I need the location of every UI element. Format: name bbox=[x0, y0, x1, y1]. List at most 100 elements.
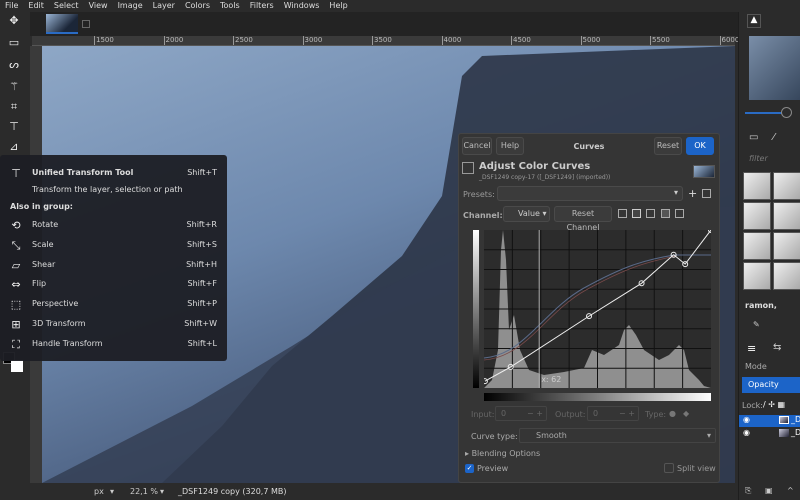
menu-windows[interactable]: Windows bbox=[279, 0, 325, 12]
layer-thumbnail bbox=[779, 429, 789, 437]
new-layer-group-icon[interactable]: ▣ bbox=[765, 486, 773, 495]
linear-histogram-icon[interactable] bbox=[618, 209, 627, 218]
image-tab-thumbnail[interactable] bbox=[46, 14, 78, 34]
group-item[interactable]: Flip Shift+F bbox=[32, 278, 217, 290]
layer-row-selected[interactable]: ◉ _D bbox=[739, 415, 800, 427]
item-label: Flip bbox=[32, 279, 47, 289]
unified-transform-tool-icon[interactable]: ⊤ bbox=[6, 120, 22, 134]
item-shortcut: Shift+S bbox=[187, 239, 217, 249]
menu-tools[interactable]: Tools bbox=[215, 0, 245, 12]
zoom-slider[interactable] bbox=[745, 112, 785, 114]
layers-tab-icon[interactable]: ≡ bbox=[747, 342, 756, 355]
zoom-select[interactable]: 22,1 % bbox=[130, 483, 158, 500]
preset-menu-icon[interactable] bbox=[702, 189, 711, 198]
rect-select-tool-icon[interactable]: ▭ bbox=[6, 36, 22, 50]
group-item[interactable]: Handle Transform Shift+L bbox=[32, 338, 217, 350]
horizontal-ruler: 1500 2000 2500 3000 3500 4000 4500 5000 5500 6000 bbox=[32, 36, 739, 46]
brush-preset[interactable] bbox=[773, 202, 800, 230]
zoom-slider-handle[interactable] bbox=[781, 107, 792, 118]
unit-select[interactable]: px bbox=[94, 483, 104, 500]
close-tab-icon[interactable] bbox=[82, 20, 90, 28]
ruler-label: 4500 bbox=[511, 36, 531, 45]
eye-icon[interactable]: ◉ bbox=[743, 415, 750, 424]
menu-layer[interactable]: Layer bbox=[148, 0, 180, 12]
ok-button[interactable]: OK bbox=[686, 137, 714, 155]
input-spinbox[interactable]: 0− + bbox=[495, 406, 547, 421]
menu-help[interactable]: Help bbox=[324, 0, 352, 12]
type-label: Type: bbox=[645, 410, 667, 419]
tool-tooltip: ⊤ Unified Transform Tool Shift+T Transfor… bbox=[0, 155, 227, 361]
brush-preset[interactable] bbox=[743, 172, 771, 200]
layer-name: _D bbox=[791, 415, 800, 424]
presets-select[interactable]: ▾ bbox=[497, 186, 683, 201]
chevron-down-icon[interactable]: ▾ bbox=[110, 483, 114, 500]
align-bottom-icon[interactable] bbox=[661, 209, 670, 218]
channel-select[interactable]: Value ▾ bbox=[503, 206, 550, 222]
corner-point-icon[interactable]: ◆ bbox=[683, 409, 689, 418]
item-label: Perspective bbox=[32, 299, 79, 309]
brush-preset[interactable] bbox=[743, 232, 771, 260]
fuzzy-select-tool-icon[interactable]: ⚚ bbox=[6, 80, 22, 94]
reset-button[interactable]: Reset bbox=[654, 137, 682, 155]
navigation-preview[interactable] bbox=[749, 36, 800, 100]
navigate-icon[interactable]: ▲ bbox=[747, 14, 761, 28]
menu-select[interactable]: Select bbox=[49, 0, 84, 12]
group-item[interactable]: Scale Shift+S bbox=[32, 239, 217, 251]
chevron-down-icon: ▾ bbox=[673, 188, 678, 197]
menu-filters[interactable]: Filters bbox=[245, 0, 279, 12]
item-label: Shear bbox=[32, 259, 56, 269]
opacity-slider[interactable]: Opacity bbox=[742, 377, 800, 393]
item-label: Rotate bbox=[32, 220, 59, 229]
right-dock: ▲ ▭ ⁄ filter ramon, ✎ ≡ ⇆ Mode Opacity L… bbox=[738, 12, 800, 500]
add-preset-icon[interactable]: + bbox=[688, 187, 697, 200]
menubar: File Edit Select View Image Layer Colors Tools F… bbox=[0, 0, 738, 12]
group-item[interactable]: Perspective Shift+P bbox=[32, 298, 217, 310]
brush-preset[interactable] bbox=[773, 232, 800, 260]
brush-filter-input[interactable]: filter bbox=[749, 154, 768, 163]
tooltip-title: Unified Transform Tool bbox=[32, 168, 134, 177]
log-histogram-icon[interactable] bbox=[632, 209, 641, 218]
brush-preset[interactable] bbox=[743, 202, 771, 230]
preview-checkbox[interactable]: ✓ bbox=[465, 464, 474, 473]
blending-options-expander[interactable]: ▸ Blending Options bbox=[465, 449, 540, 458]
new-layer-icon[interactable]: ⎘ bbox=[745, 486, 751, 496]
ruler-label: 2500 bbox=[233, 36, 253, 45]
curves-graph[interactable]: x: 62 bbox=[484, 230, 711, 388]
crop-tool-icon[interactable]: ⌗ bbox=[6, 100, 22, 114]
menu-colors[interactable]: Colors bbox=[180, 0, 215, 12]
smooth-point-icon[interactable]: ● bbox=[669, 409, 676, 418]
menu-edit[interactable]: Edit bbox=[23, 0, 49, 12]
curves-dialog: Cancel Help Curves Reset OK Adjust Color… bbox=[458, 133, 720, 483]
menu-image[interactable]: Image bbox=[113, 0, 148, 12]
lock-pixels-icon[interactable]: / ✢ ▦ bbox=[763, 400, 785, 409]
tool-options-icon[interactable]: ⁄ bbox=[773, 132, 775, 143]
raise-layer-icon[interactable]: ^ bbox=[787, 486, 794, 495]
brush-preset[interactable] bbox=[743, 262, 771, 290]
tooltip-description: Transform the layer, selection or path bbox=[32, 185, 183, 194]
brush-preset[interactable] bbox=[773, 262, 800, 290]
curve-type-select[interactable]: Smooth ▾ bbox=[519, 428, 716, 443]
group-item[interactable]: Shear Shift+H bbox=[32, 259, 217, 271]
channels-tab-icon[interactable]: ⇆ bbox=[773, 342, 781, 353]
lasso-tool-icon[interactable]: ᔕ bbox=[6, 58, 22, 72]
group-item[interactable]: 3D Transform Shift+W bbox=[32, 318, 217, 330]
edit-brush-icon[interactable]: ✎ bbox=[753, 320, 760, 329]
menu-file[interactable]: File bbox=[0, 0, 23, 12]
move-tool-icon[interactable]: ✥ bbox=[6, 14, 22, 28]
group-item[interactable]: Rotate Shift+R bbox=[32, 219, 217, 231]
mode-label[interactable]: Mode bbox=[745, 362, 767, 371]
background-color-swatch[interactable] bbox=[11, 360, 23, 372]
chevron-down-icon[interactable]: ▾ bbox=[160, 483, 164, 500]
device-status-icon[interactable]: ▭ bbox=[749, 132, 758, 143]
output-spinbox[interactable]: 0− + bbox=[587, 406, 639, 421]
brush-preset[interactable] bbox=[773, 172, 800, 200]
warp-tool-icon[interactable]: ⊿ bbox=[6, 140, 22, 154]
reset-channel-button[interactable]: Reset Channel bbox=[554, 206, 612, 232]
histogram-mode-icon[interactable] bbox=[646, 209, 655, 218]
item-label: Scale bbox=[32, 239, 54, 249]
eye-icon[interactable]: ◉ bbox=[743, 428, 750, 437]
align-top-icon[interactable] bbox=[675, 209, 684, 218]
layer-row[interactable]: ◉ _D bbox=[739, 428, 800, 440]
split-view-checkbox[interactable] bbox=[664, 463, 674, 473]
menu-view[interactable]: View bbox=[84, 0, 113, 12]
